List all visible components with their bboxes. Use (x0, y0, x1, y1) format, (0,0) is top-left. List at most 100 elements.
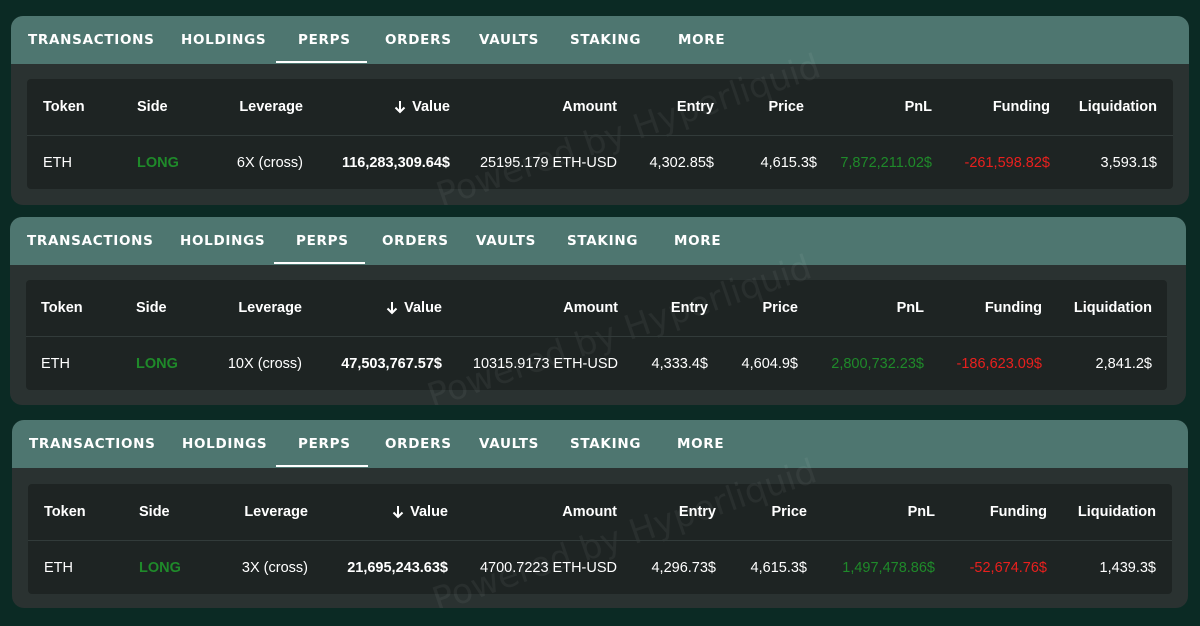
positions-table: Powered by Hyperliquid Token Side Levera… (28, 451, 1172, 608)
price-cell: 4,604.9$ (741, 356, 798, 372)
tab-more[interactable]: MORE (674, 217, 721, 265)
positions-table: Powered by Hyperliquid Token Side Levera… (26, 247, 1167, 405)
tab-orders[interactable]: ORDERS (382, 217, 449, 265)
column-header-side[interactable]: Side (139, 484, 170, 540)
column-header-pnl[interactable]: PnL (908, 484, 935, 540)
column-header-leverage[interactable]: Leverage (239, 79, 303, 135)
column-header-funding[interactable]: Funding (993, 79, 1050, 135)
tab-perps[interactable]: PERPS (298, 420, 351, 468)
amount-cell: 10315.9173 ETH-USD (472, 356, 618, 372)
column-header-value-label: Value (412, 99, 450, 115)
tab-transactions[interactable]: TRANSACTIONS (29, 420, 156, 468)
entry-cell: 4,296.73$ (651, 560, 716, 576)
table-header: Token Side Leverage Value Amount Entry P… (28, 484, 1172, 541)
table-header: Token Side Leverage Value Amount Entry P… (26, 280, 1167, 337)
column-header-amount[interactable]: Amount (563, 280, 618, 336)
column-header-funding[interactable]: Funding (990, 484, 1047, 540)
funding-cell: -261,598.82$ (964, 155, 1050, 171)
column-header-token[interactable]: Token (44, 484, 86, 540)
arrow-down-icon (392, 506, 404, 519)
column-header-leverage[interactable]: Leverage (238, 280, 302, 336)
funding-cell: -52,674.76$ (969, 560, 1047, 576)
price-cell: 4,615.3$ (750, 560, 807, 576)
column-header-token[interactable]: Token (43, 79, 85, 135)
column-header-side[interactable]: Side (136, 280, 167, 336)
tab-bar: TRANSACTIONS HOLDINGS PERPS ORDERS VAULT… (12, 420, 1188, 468)
column-header-liquidation[interactable]: Liquidation (1078, 484, 1156, 540)
active-tab-indicator (276, 465, 368, 467)
active-tab-indicator (274, 262, 365, 264)
positions-panel-3: TRANSACTIONS HOLDINGS PERPS ORDERS VAULT… (12, 420, 1188, 608)
entry-cell: 4,302.85$ (649, 155, 714, 171)
token-cell: ETH (43, 155, 72, 171)
column-header-leverage[interactable]: Leverage (244, 484, 308, 540)
column-header-entry[interactable]: Entry (677, 79, 714, 135)
column-header-entry[interactable]: Entry (679, 484, 716, 540)
column-header-value[interactable]: Value (394, 79, 450, 135)
tab-vaults[interactable]: VAULTS (476, 217, 536, 265)
column-header-value[interactable]: Value (392, 484, 448, 540)
positions-table: Powered by Hyperliquid Token Side Levera… (27, 46, 1173, 205)
column-header-amount[interactable]: Amount (562, 79, 617, 135)
tab-orders[interactable]: ORDERS (385, 420, 452, 468)
token-cell: ETH (41, 356, 70, 372)
column-header-amount[interactable]: Amount (562, 484, 617, 540)
column-header-price[interactable]: Price (772, 484, 807, 540)
column-header-side[interactable]: Side (137, 79, 168, 135)
leverage-cell: 10X (cross) (227, 356, 302, 372)
column-header-price[interactable]: Price (769, 79, 804, 135)
side-cell: LONG (136, 356, 178, 372)
leverage-cell: 6X (cross) (236, 155, 303, 171)
tab-holdings[interactable]: HOLDINGS (180, 217, 265, 265)
pnl-cell: 1,497,478.86$ (842, 560, 935, 576)
column-header-liquidation[interactable]: Liquidation (1079, 79, 1157, 135)
token-cell: ETH (44, 560, 73, 576)
tab-transactions[interactable]: TRANSACTIONS (28, 16, 155, 64)
positions-panel-2: TRANSACTIONS HOLDINGS PERPS ORDERS VAULT… (10, 217, 1186, 405)
column-header-value-label: Value (410, 504, 448, 520)
value-cell: 116,283,309.64$ (341, 155, 450, 171)
tab-transactions[interactable]: TRANSACTIONS (27, 217, 154, 265)
tab-staking[interactable]: STAKING (567, 217, 638, 265)
leverage-cell: 3X (cross) (241, 560, 308, 576)
column-header-funding[interactable]: Funding (985, 280, 1042, 336)
tab-holdings[interactable]: HOLDINGS (181, 16, 266, 64)
arrow-down-icon (386, 302, 398, 315)
column-header-pnl[interactable]: PnL (905, 79, 932, 135)
tab-holdings[interactable]: HOLDINGS (182, 420, 267, 468)
liquidation-cell: 1,439.3$ (1099, 560, 1156, 576)
amount-cell: 25195.179 ETH-USD (479, 155, 617, 171)
tab-staking[interactable]: STAKING (570, 16, 641, 64)
tab-staking[interactable]: STAKING (570, 420, 641, 468)
table-row[interactable]: ETH LONG 6X (cross) 116,283,309.64$ 2519… (27, 137, 1173, 189)
side-cell: LONG (139, 560, 181, 576)
tab-bar: TRANSACTIONS HOLDINGS PERPS ORDERS VAULT… (11, 16, 1189, 64)
tab-perps[interactable]: PERPS (296, 217, 349, 265)
active-tab-indicator (276, 61, 367, 63)
column-header-value-label: Value (404, 300, 442, 316)
tab-vaults[interactable]: VAULTS (479, 16, 539, 64)
positions-panel-1: TRANSACTIONS HOLDINGS PERPS ORDERS VAULT… (11, 16, 1189, 205)
pnl-cell: 7,872,211.02$ (840, 155, 932, 171)
column-header-price[interactable]: Price (763, 280, 798, 336)
tab-more[interactable]: MORE (678, 16, 725, 64)
tab-vaults[interactable]: VAULTS (479, 420, 539, 468)
table-header: Token Side Leverage Value Amount Entry P… (27, 79, 1173, 136)
column-header-token[interactable]: Token (41, 280, 83, 336)
column-header-liquidation[interactable]: Liquidation (1074, 280, 1152, 336)
funding-cell: -186,623.09$ (956, 356, 1042, 372)
column-header-pnl[interactable]: PnL (897, 280, 924, 336)
value-cell: 21,695,243.63$ (347, 560, 448, 576)
column-header-value[interactable]: Value (386, 280, 442, 336)
liquidation-cell: 3,593.1$ (1100, 155, 1157, 171)
arrow-down-icon (394, 101, 406, 114)
tab-orders[interactable]: ORDERS (385, 16, 452, 64)
entry-cell: 4,333.4$ (651, 356, 708, 372)
tab-bar: TRANSACTIONS HOLDINGS PERPS ORDERS VAULT… (10, 217, 1186, 265)
table-row[interactable]: ETH LONG 10X (cross) 47,503,767.57$ 1031… (26, 338, 1167, 390)
tab-perps[interactable]: PERPS (298, 16, 351, 64)
column-header-entry[interactable]: Entry (671, 280, 708, 336)
table-row[interactable]: ETH LONG 3X (cross) 21,695,243.63$ 4700.… (28, 542, 1172, 594)
amount-cell: 4700.7223 ETH-USD (479, 560, 617, 576)
tab-more[interactable]: MORE (677, 420, 724, 468)
